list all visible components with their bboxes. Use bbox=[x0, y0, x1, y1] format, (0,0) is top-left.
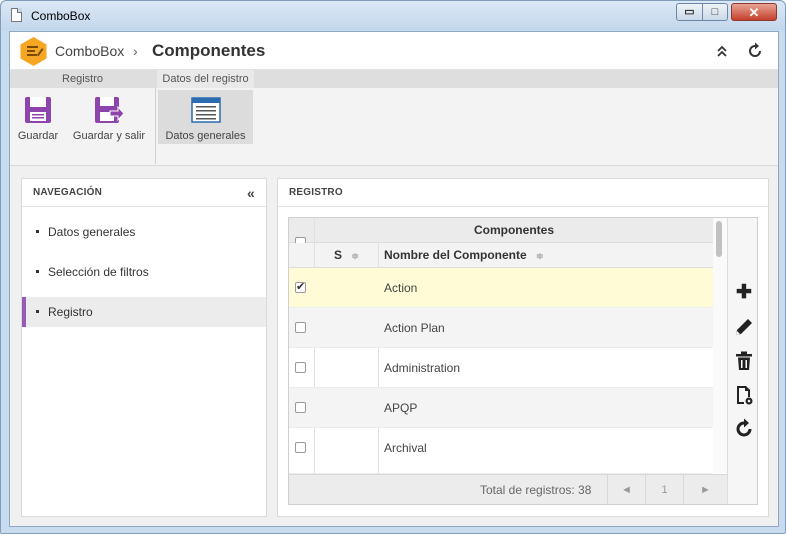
collapse-left-icon[interactable]: « bbox=[247, 179, 255, 207]
row-name: Action Plan bbox=[384, 321, 445, 335]
row-checkbox[interactable] bbox=[295, 362, 306, 373]
registro-panel: REGISTRO Componentes S ≑ Nombre del Comp… bbox=[277, 178, 769, 517]
refresh-header-icon[interactable] bbox=[746, 42, 764, 60]
collapse-up-icon[interactable] bbox=[715, 44, 729, 58]
delete-icon[interactable] bbox=[733, 350, 755, 372]
ribbon: Registro Datos del registro Guardar Guar… bbox=[10, 70, 778, 166]
maximize-button[interactable]: □ bbox=[702, 3, 728, 21]
grid-column-headers: S ≑ Nombre del Componente ≑ bbox=[289, 243, 713, 268]
save-and-exit-label: Guardar y salir bbox=[72, 130, 146, 142]
table-row[interactable]: Archival bbox=[289, 428, 713, 474]
app-header: ComboBox › Componentes bbox=[10, 32, 778, 70]
general-data-button[interactable]: Datos generales bbox=[158, 90, 253, 144]
close-icon: ✕ bbox=[748, 5, 760, 20]
navigation-title: NAVEGACIÓN bbox=[33, 187, 103, 198]
breadcrumb-app[interactable]: ComboBox bbox=[55, 43, 124, 59]
registro-header: REGISTRO bbox=[278, 179, 768, 207]
save-button[interactable]: Guardar bbox=[12, 90, 64, 146]
document-settings-icon[interactable] bbox=[733, 384, 755, 406]
app-logo-icon bbox=[20, 37, 47, 66]
page-title: Componentes bbox=[152, 41, 266, 60]
table-row[interactable]: APQP bbox=[289, 388, 713, 428]
grid-group-title: Componentes bbox=[473, 223, 554, 237]
title-bar[interactable]: ComboBox ▭ □ ✕ bbox=[1, 1, 785, 30]
maximize-icon: □ bbox=[711, 6, 719, 18]
prev-page-icon[interactable]: ◄ bbox=[607, 475, 645, 505]
ribbon-groups: Registro Datos del registro bbox=[10, 70, 778, 88]
row-name: Administration bbox=[384, 361, 461, 375]
row-checkbox[interactable] bbox=[295, 280, 306, 293]
column-nombre-label: Nombre del Componente bbox=[384, 248, 527, 262]
row-name: Archival bbox=[384, 441, 427, 455]
edit-icon[interactable] bbox=[733, 316, 755, 338]
grid-footer: Total de registros: 38 ◄ 1 ► bbox=[289, 474, 727, 505]
sort-icon: ≑ bbox=[351, 251, 359, 261]
ribbon-group-registro: Registro bbox=[62, 73, 103, 85]
navigation-header: NAVEGACIÓN « bbox=[22, 179, 266, 207]
next-page-icon[interactable]: ► bbox=[683, 475, 727, 505]
save-icon bbox=[25, 97, 51, 123]
document-icon bbox=[11, 8, 22, 22]
row-name: APQP bbox=[384, 401, 418, 415]
application-window: ComboBox ▭ □ ✕ ComboBox › Componentes Re… bbox=[0, 0, 786, 534]
save-button-label: Guardar bbox=[17, 130, 59, 142]
nav-item-datos-generales[interactable]: Datos generales bbox=[22, 217, 266, 247]
table-row[interactable]: Administration bbox=[289, 348, 713, 388]
scrollbar-thumb[interactable] bbox=[716, 221, 722, 257]
nav-item-seleccion-filtros[interactable]: Selección de filtros bbox=[22, 257, 266, 287]
row-name: Action bbox=[384, 281, 418, 295]
minimize-icon: ▭ bbox=[684, 6, 695, 18]
ribbon-group-datos-registro: Datos del registro bbox=[157, 70, 254, 88]
add-icon[interactable]: ✚ bbox=[733, 282, 755, 304]
table-row[interactable]: Action Plan bbox=[289, 308, 713, 348]
components-grid: Componentes S ≑ Nombre del Componente ≑ bbox=[288, 217, 758, 505]
window-title: ComboBox bbox=[31, 9, 91, 23]
grid-toolbar: ✚ bbox=[727, 218, 757, 504]
navigation-panel: NAVEGACIÓN « Datos generales Selección d… bbox=[21, 178, 267, 517]
grid-group-header: Componentes bbox=[289, 218, 713, 248]
column-header-s[interactable]: S ≑ bbox=[315, 243, 378, 267]
grid-scrollbar[interactable] bbox=[713, 218, 727, 473]
table-row[interactable]: Action bbox=[289, 268, 713, 308]
form-icon bbox=[190, 97, 221, 123]
total-records: Total de registros: 38 bbox=[480, 483, 592, 497]
refresh-icon[interactable] bbox=[733, 418, 755, 440]
nav-item-registro[interactable]: Registro bbox=[22, 297, 266, 327]
row-checkbox[interactable] bbox=[295, 442, 306, 453]
minimize-button[interactable]: ▭ bbox=[676, 3, 703, 21]
row-checkbox[interactable] bbox=[295, 402, 306, 413]
save-exit-icon bbox=[95, 97, 125, 123]
save-and-exit-button[interactable]: Guardar y salir bbox=[70, 90, 148, 146]
general-data-label: Datos generales bbox=[165, 130, 246, 142]
row-checkbox[interactable] bbox=[295, 322, 306, 333]
page-number[interactable]: 1 bbox=[645, 475, 683, 505]
close-button[interactable]: ✕ bbox=[731, 3, 777, 21]
column-s-label: S bbox=[334, 248, 343, 262]
breadcrumb-separator-icon: › bbox=[133, 43, 138, 59]
column-header-nombre[interactable]: Nombre del Componente ≑ bbox=[384, 243, 684, 267]
sort-icon: ≑ bbox=[536, 251, 544, 261]
window-client-area: ComboBox › Componentes Registro Datos de… bbox=[9, 31, 779, 527]
ribbon-divider bbox=[155, 88, 156, 164]
